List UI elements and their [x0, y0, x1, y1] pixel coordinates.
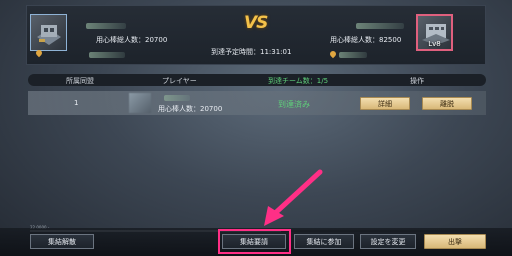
arrow-pointer-icon [264, 169, 323, 226]
change-settings-button[interactable]: 設定を変更 [360, 234, 416, 249]
attack-button[interactable]: 出撃 [424, 234, 486, 249]
join-rally-button[interactable]: 集結に参加 [294, 234, 354, 249]
disband-rally-button[interactable]: 集結解散 [30, 234, 94, 249]
highlight-frame [218, 229, 291, 254]
